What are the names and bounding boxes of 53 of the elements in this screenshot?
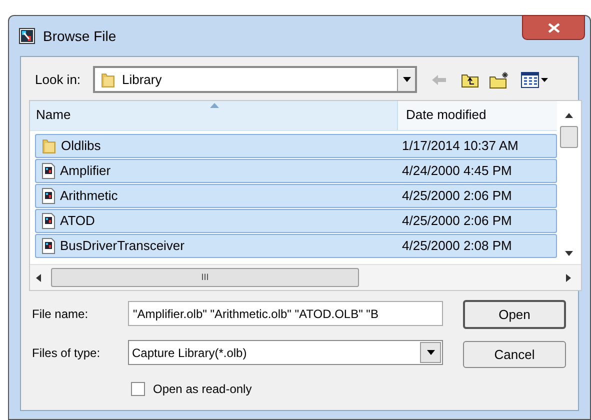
look-in-dropdown[interactable]: Library bbox=[93, 66, 417, 93]
file-type-value: Capture Library(*.olb) bbox=[132, 344, 248, 362]
date-modified: 4/25/2000 2:08 PM bbox=[402, 237, 512, 256]
sort-arrow-icon bbox=[210, 103, 219, 108]
scroll-left-icon[interactable] bbox=[36, 274, 41, 282]
scroll-thumb[interactable] bbox=[560, 126, 578, 148]
date-modified: 1/17/2014 10:37 AM bbox=[402, 137, 518, 156]
look-in-value: Library bbox=[122, 70, 163, 89]
file-name-field[interactable]: "Amplifier.olb" "Arithmetic.olb" "ATOD.OLB" "B bbox=[128, 301, 443, 326]
scroll-down-icon[interactable] bbox=[565, 251, 573, 256]
app-icon bbox=[19, 28, 35, 44]
scroll-up-icon[interactable] bbox=[565, 113, 573, 118]
column-header[interactable]: Name bbox=[30, 101, 398, 130]
file-name-label: File name: bbox=[31, 306, 90, 322]
open-button[interactable]: Open bbox=[463, 300, 566, 329]
file-name: ATOD bbox=[60, 212, 95, 230]
file-name: BusDriverTransceiver bbox=[60, 237, 184, 256]
close-icon bbox=[548, 22, 560, 32]
file-row[interactable]: Amplifier 4/24/2000 4:45 PM bbox=[35, 159, 557, 183]
date-modified: 4/24/2000 4:45 PM bbox=[402, 162, 512, 180]
close-button[interactable] bbox=[522, 15, 585, 40]
file-name: Oldlibs bbox=[61, 137, 101, 156]
file-name: Amplifier bbox=[60, 162, 111, 180]
file-type-dropdown[interactable]: Capture Library(*.olb) bbox=[128, 340, 443, 365]
file-row[interactable]: ATOD 4/25/2000 2:06 PM bbox=[35, 209, 557, 233]
cancel-button[interactable]: Cancel bbox=[463, 341, 566, 368]
folder-icon bbox=[42, 138, 56, 154]
scroll-thumb[interactable]: III bbox=[51, 268, 359, 287]
up-folder-icon[interactable] bbox=[461, 72, 479, 88]
library-file-icon bbox=[42, 213, 55, 229]
horizontal-scrollbar[interactable]: III bbox=[30, 264, 581, 290]
file-type-label: Files of type: bbox=[31, 344, 102, 362]
read-only-checkbox[interactable] bbox=[131, 382, 145, 396]
column-label: Name bbox=[36, 106, 71, 124]
column-label: Date modified bbox=[406, 106, 486, 124]
file-row[interactable]: Oldlibs 1/17/2014 10:37 AM bbox=[35, 134, 557, 158]
library-file-icon bbox=[42, 238, 55, 254]
date-modified: 4/25/2000 2:06 PM bbox=[402, 212, 512, 230]
scroll-right-icon[interactable] bbox=[566, 274, 571, 282]
folder-icon bbox=[101, 72, 115, 88]
file-row[interactable]: BusDriverTransceiver 4/25/2000 2:08 PM bbox=[35, 234, 557, 258]
read-only-label: Open as read-only bbox=[153, 381, 252, 398]
file-name: Arithmetic bbox=[60, 187, 118, 206]
scroll-grip: III bbox=[201, 270, 209, 284]
look-in-label: Look in: bbox=[35, 70, 82, 89]
window-title: Browse File bbox=[43, 26, 116, 46]
column-header[interactable]: Date modified bbox=[398, 101, 557, 130]
library-file-icon bbox=[42, 163, 55, 179]
date-modified: 4/25/2000 2:06 PM bbox=[402, 187, 512, 206]
file-row[interactable]: Arithmetic 4/25/2000 2:06 PM bbox=[35, 184, 557, 208]
library-file-icon bbox=[42, 188, 55, 204]
view-menu-icon[interactable] bbox=[521, 72, 549, 88]
new-folder-icon[interactable] bbox=[489, 70, 511, 88]
